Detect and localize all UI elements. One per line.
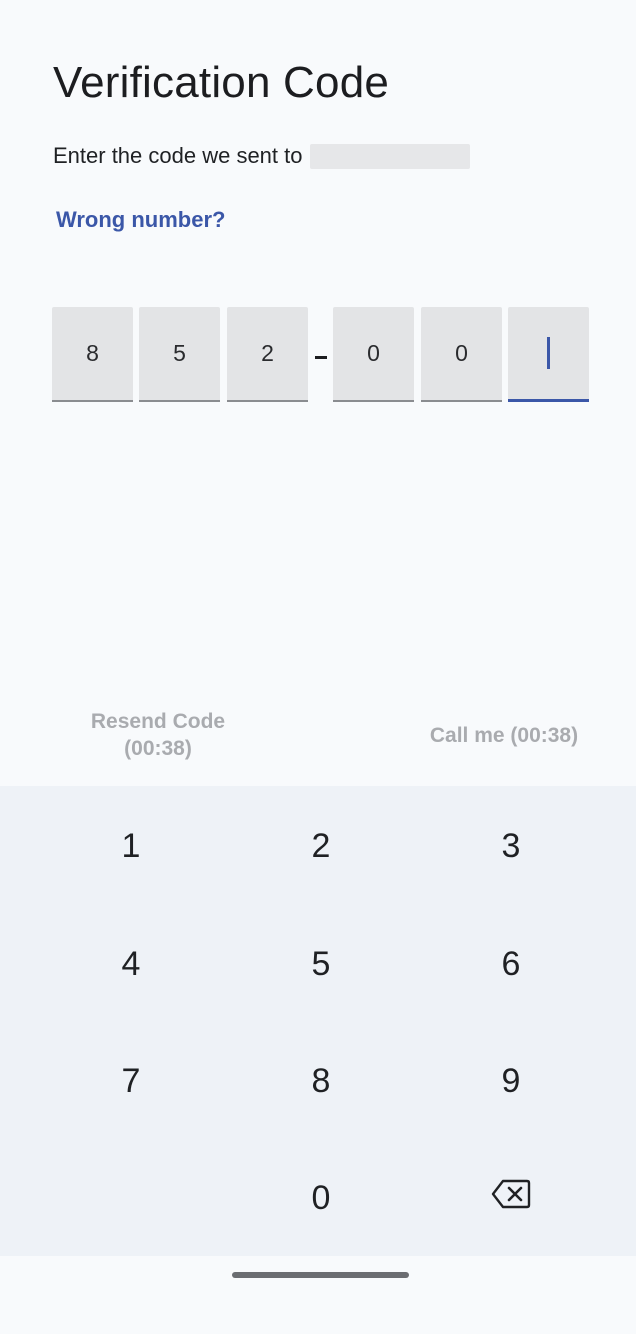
redacted-phone-number — [309, 143, 470, 169]
key-5[interactable]: 5 — [226, 914, 416, 1014]
code-digit-6[interactable] — [508, 307, 589, 402]
key-6[interactable]: 6 — [416, 914, 606, 1014]
wrong-number-link[interactable]: Wrong number? — [56, 207, 225, 233]
key-2[interactable]: 2 — [226, 796, 416, 896]
call-me-button[interactable]: Call me (00:38) — [404, 724, 604, 748]
resend-code-timer: (00:38) — [124, 737, 192, 760]
key-9[interactable]: 9 — [416, 1031, 606, 1131]
key-3[interactable]: 3 — [416, 796, 606, 896]
code-sent-message: Enter the code we sent to — [53, 143, 470, 169]
code-digit-2[interactable]: 5 — [139, 307, 220, 402]
code-digit-3[interactable]: 2 — [227, 307, 308, 402]
home-indicator[interactable] — [232, 1272, 409, 1278]
key-8[interactable]: 8 — [226, 1031, 416, 1131]
code-digit-4[interactable]: 0 — [333, 307, 414, 402]
code-sent-label: Enter the code we sent to — [53, 143, 303, 168]
key-1[interactable]: 1 — [36, 796, 226, 896]
page-title: Verification Code — [53, 58, 390, 107]
key-7[interactable]: 7 — [36, 1031, 226, 1131]
backspace-key[interactable] — [416, 1148, 606, 1248]
resend-code-button[interactable]: Resend Code (00:38) — [60, 708, 256, 762]
backspace-icon — [491, 1179, 531, 1218]
code-digit-1[interactable]: 8 — [52, 307, 133, 402]
code-digit-5[interactable]: 0 — [421, 307, 502, 402]
resend-code-label: Resend Code — [90, 710, 226, 733]
navigation-bar — [0, 1256, 636, 1334]
text-cursor — [547, 337, 550, 369]
key-0[interactable]: 0 — [226, 1148, 416, 1248]
code-separator — [315, 356, 327, 359]
key-4[interactable]: 4 — [36, 914, 226, 1014]
numeric-keypad: 1 2 3 4 5 6 7 8 9 0 — [0, 786, 636, 1256]
